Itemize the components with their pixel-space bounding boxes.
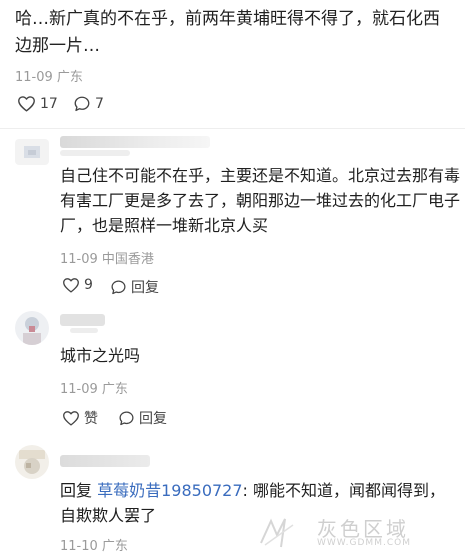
- heart-icon: [17, 95, 36, 112]
- comment-like-count: 9: [84, 277, 93, 293]
- comment-like-button[interactable]: 9: [62, 277, 93, 293]
- comment-meta: 11-10 广东: [60, 539, 128, 554]
- post-comment-count: 7: [95, 96, 104, 112]
- reply-label: 回复: [139, 411, 167, 427]
- watermark-url: WWW.GDMM.COM: [317, 538, 411, 548]
- comment-text: 自己住不可能不在乎，主要还是不知道。北京过去那有毒有害工厂更是多了去了，朝阳那边…: [60, 166, 461, 235]
- heart-icon: [62, 277, 80, 293]
- comment-text: 城市之光吗: [60, 346, 141, 365]
- reply-label: 回复: [131, 280, 159, 296]
- heart-icon: [62, 410, 80, 426]
- like-label: 赞: [84, 411, 98, 427]
- username-blurred[interactable]: [60, 455, 150, 467]
- comment-reply-button[interactable]: 回复: [118, 408, 167, 428]
- reply-prefix: 回复: [60, 481, 98, 500]
- avatar[interactable]: [15, 311, 49, 345]
- post-like-count: 17: [40, 95, 58, 112]
- watermark-logo: 灰色区域 WWW.GDMM.COM: [255, 513, 455, 553]
- comment-bubble-icon: [110, 279, 127, 296]
- username-blurred[interactable]: [60, 314, 105, 326]
- username-blurred-2: [70, 328, 98, 333]
- post-like-button[interactable]: 17: [17, 95, 58, 112]
- comment-meta: 11-09 中国香港: [60, 252, 154, 267]
- post-meta: 11-09 广东: [15, 70, 83, 85]
- comment-bubble-icon: [118, 410, 135, 427]
- post-comment-button[interactable]: 7: [73, 95, 104, 113]
- username-blurred-2: [60, 150, 130, 156]
- post-text: 哈…新广真的不在乎，前两年黄埔旺得不得了，就石化西边那一片…: [15, 9, 440, 56]
- avatar[interactable]: [15, 139, 49, 165]
- divider: [0, 128, 465, 129]
- comment-bubble-icon: [73, 95, 91, 113]
- comment-meta: 11-09 广东: [60, 382, 128, 397]
- username-blurred[interactable]: [60, 136, 210, 148]
- comment-like-button[interactable]: 赞: [62, 408, 98, 428]
- comment-reply-button[interactable]: 回复: [110, 277, 159, 297]
- reply-to-username[interactable]: 草莓奶昔19850727: [97, 481, 242, 500]
- avatar[interactable]: [15, 445, 49, 479]
